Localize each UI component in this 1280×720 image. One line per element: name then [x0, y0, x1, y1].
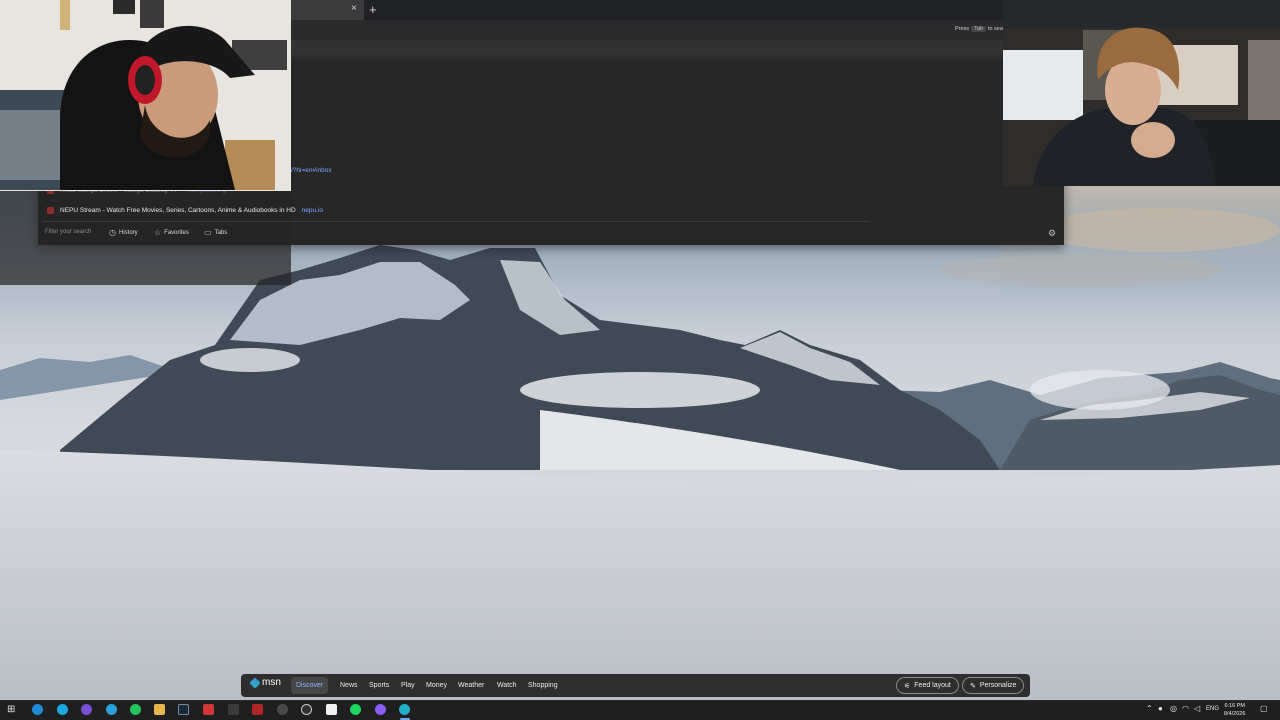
personalize-label: Personalize	[979, 682, 1017, 689]
network-icon[interactable]: ◎	[1170, 704, 1177, 713]
msn-butterfly-icon	[249, 676, 261, 689]
tabs-icon: ▭	[204, 228, 212, 237]
tab-news[interactable]: News	[340, 677, 358, 694]
star-icon: ☆	[154, 228, 162, 237]
filter-search-input[interactable]: Filter your search	[45, 229, 91, 235]
panel-shade	[0, 185, 291, 285]
clock-time: 6:16 PM	[1224, 703, 1245, 709]
start-icon[interactable]: ⊞	[7, 704, 18, 715]
address-bar[interactable]	[291, 20, 1003, 40]
tabs-label: Tabs	[214, 229, 228, 236]
history-label: History	[118, 229, 138, 236]
close-tab-icon[interactable]: ×	[351, 3, 357, 14]
personalize-button[interactable]: ✎ Personalize	[962, 677, 1025, 694]
sliders-icon: ⚟	[904, 682, 911, 690]
wifi-icon[interactable]: ◠	[1182, 704, 1189, 713]
tab-shopping[interactable]: Shopping	[528, 677, 558, 694]
github-icon[interactable]	[81, 704, 92, 715]
feed-layout-button[interactable]: ⚟ Feed layout	[896, 677, 959, 694]
browser-tab-bar	[291, 0, 1003, 20]
webcam-overlay-right	[1003, 0, 1280, 186]
tab-money[interactable]: Money	[426, 677, 447, 694]
sql-icon[interactable]	[252, 704, 263, 715]
tab-watch[interactable]: Watch	[497, 677, 517, 694]
tab-play[interactable]: Play	[401, 677, 415, 694]
cursor-icon[interactable]	[228, 704, 239, 715]
browser-icon[interactable]	[375, 704, 386, 715]
chevron-up-icon[interactable]: ⌃	[1146, 704, 1153, 713]
notification-icon[interactable]: ▢	[1260, 704, 1268, 713]
tab-discover[interactable]: Discover	[291, 677, 329, 694]
history-button[interactable]: ◷ History	[109, 228, 138, 237]
volume-icon[interactable]: ◁	[1194, 704, 1200, 713]
edge-active-icon[interactable]	[399, 704, 410, 715]
favorites-button[interactable]: ☆ Favorites	[154, 228, 189, 237]
hint-key: Tab	[971, 26, 986, 32]
tab-weather[interactable]: Weather	[458, 677, 484, 694]
hint-after: to sea	[987, 26, 1003, 32]
tab-sports[interactable]: Sports	[369, 677, 389, 694]
whatsapp-icon[interactable]	[130, 704, 141, 715]
taskbar	[0, 700, 1280, 720]
chrome-icon[interactable]	[57, 704, 68, 715]
tabs-button[interactable]: ▭ Tabs	[204, 228, 227, 237]
new-tab-button[interactable]: +	[369, 2, 377, 17]
suggestion-title: NEPU Stream - Watch Free Movies, Series,…	[60, 206, 296, 214]
file-explorer-icon[interactable]	[154, 704, 165, 715]
capcut-icon[interactable]	[326, 704, 337, 715]
hint-press: Press	[955, 26, 970, 32]
language-indicator[interactable]: ENG	[1206, 706, 1219, 712]
clock-date: 8/4/2026	[1224, 711, 1246, 717]
edge-icon[interactable]	[32, 704, 43, 715]
telegram-icon[interactable]	[106, 704, 117, 715]
clock[interactable]: 6:16 PM 8/4/2026	[1224, 702, 1245, 718]
webcam-overlay-left	[0, 0, 291, 191]
suggestion-url-fragment[interactable]: /?hl=en#inbox	[291, 167, 332, 174]
feed-layout-label: Feed layout	[914, 682, 951, 689]
site-favicon-icon	[47, 206, 54, 214]
spotify-icon[interactable]	[350, 704, 361, 715]
panel-divider	[42, 221, 870, 222]
suggestion-domain: nepu.io	[301, 206, 323, 214]
favorites-label: Favorites	[164, 229, 189, 236]
suggestion-row-nepu[interactable]: NEPU Stream - Watch Free Movies, Series,…	[47, 203, 323, 217]
obs-icon[interactable]	[301, 704, 312, 715]
favorites-bar	[291, 40, 1003, 60]
gear-icon[interactable]: ⚙	[1048, 228, 1056, 239]
history-icon: ◷	[109, 228, 116, 237]
msn-logo[interactable]: msn	[249, 676, 281, 689]
personalize-icon: ✎	[970, 682, 976, 690]
desktop-screen: { "browser": { "new_tab_glyph": "+", "cl…	[0, 0, 1280, 720]
microphone-icon[interactable]: ●	[1158, 704, 1163, 713]
steam-icon[interactable]	[178, 704, 189, 715]
tab-search-hint: Press Tab to sea	[955, 26, 1003, 32]
msn-logo-text: msn	[262, 677, 281, 688]
settings-icon[interactable]	[277, 704, 288, 715]
pdf-icon[interactable]	[203, 704, 214, 715]
